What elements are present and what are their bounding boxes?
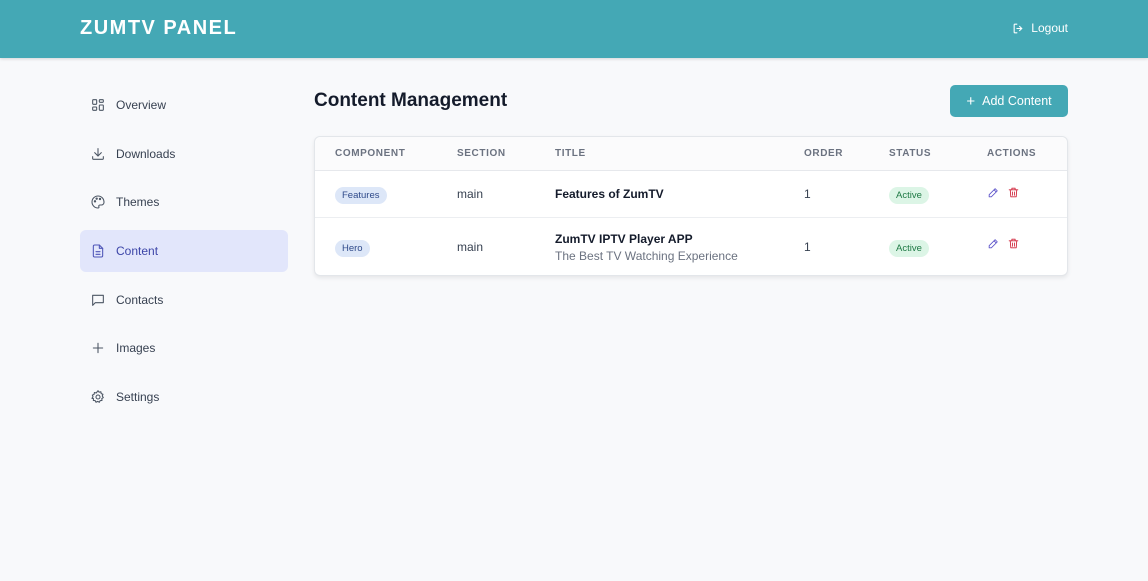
document-icon [92,244,104,258]
plus-icon [92,343,104,354]
component-badge: Hero [335,240,370,257]
palette-icon [91,195,105,209]
delete-button[interactable] [1007,237,1020,250]
table-row: Features main Features of ZumTV 1 Active [315,171,1067,218]
order-cell: 1 [804,240,811,254]
table-row: Hero main ZumTV IPTV Player APP The Best… [315,218,1067,276]
add-content-label: Add Content [982,94,1052,108]
brand-title: ZUMTV PANEL [80,17,238,39]
section-cell: main [457,187,484,201]
grid-icon [92,99,104,111]
trash-icon [1008,187,1019,198]
component-badge: Features [335,187,387,204]
edit-button[interactable] [987,186,1000,199]
title-text: ZumTV IPTV Player APP [555,232,693,246]
logout-button[interactable]: Logout [1012,21,1068,35]
add-content-button[interactable]: + Add Content [950,85,1068,117]
table-header: COMPONENT SECTION TITLE ORDER STATUS ACT… [315,137,1067,171]
top-bar: ZUMTV PANEL Logout [0,0,1148,58]
sidebar-item-settings[interactable]: Settings [80,376,288,418]
download-icon [92,147,104,160]
section-cell: main [457,240,484,254]
sidebar-item-label: Downloads [116,146,176,161]
sidebar-item-label: Images [116,341,156,356]
sidebar-item-label: Overview [116,98,167,112]
column-header-status[interactable]: STATUS [889,148,931,159]
status-badge: Active [889,187,929,204]
status-badge: Active [889,240,929,257]
order-cell: 1 [804,187,811,201]
sidebar-item-images[interactable]: Images [80,327,288,369]
column-header-actions: ACTIONS [987,148,1037,159]
logout-label: Logout [1031,21,1068,35]
column-header-section[interactable]: SECTION [457,148,506,159]
sidebar: Overview Downloads Themes Content Contac… [80,84,288,425]
sidebar-item-label: Content [116,244,159,259]
message-icon [92,294,104,306]
sidebar-item-overview[interactable]: Overview [80,84,288,126]
edit-button[interactable] [987,237,1000,250]
sidebar-item-label: Settings [116,390,160,405]
plus-icon: + [966,92,976,110]
edit-icon [988,188,998,198]
logout-icon [1013,23,1023,33]
subtitle-text: The Best TV Watching Experience [555,249,738,263]
gear-icon [91,390,104,403]
title-cell: ZumTV IPTV Player APP The Best TV Watchi… [555,232,738,263]
sidebar-item-contacts[interactable]: Contacts [80,279,288,321]
trash-icon [1008,238,1019,249]
content-table: COMPONENT SECTION TITLE ORDER STATUS ACT… [314,136,1068,276]
sidebar-item-themes[interactable]: Themes [80,181,288,223]
page-title: Content Management [314,90,508,111]
column-header-component[interactable]: COMPONENT [335,148,405,159]
edit-icon [988,239,998,249]
delete-button[interactable] [1007,186,1020,199]
title-cell: Features of ZumTV [555,187,664,201]
column-header-title[interactable]: TITLE [555,148,586,159]
sidebar-item-label: Themes [116,195,160,210]
sidebar-item-downloads[interactable]: Downloads [80,133,288,175]
sidebar-item-label: Contacts [116,292,164,307]
column-header-order[interactable]: ORDER [804,148,843,159]
sidebar-item-content[interactable]: Content [80,230,288,273]
